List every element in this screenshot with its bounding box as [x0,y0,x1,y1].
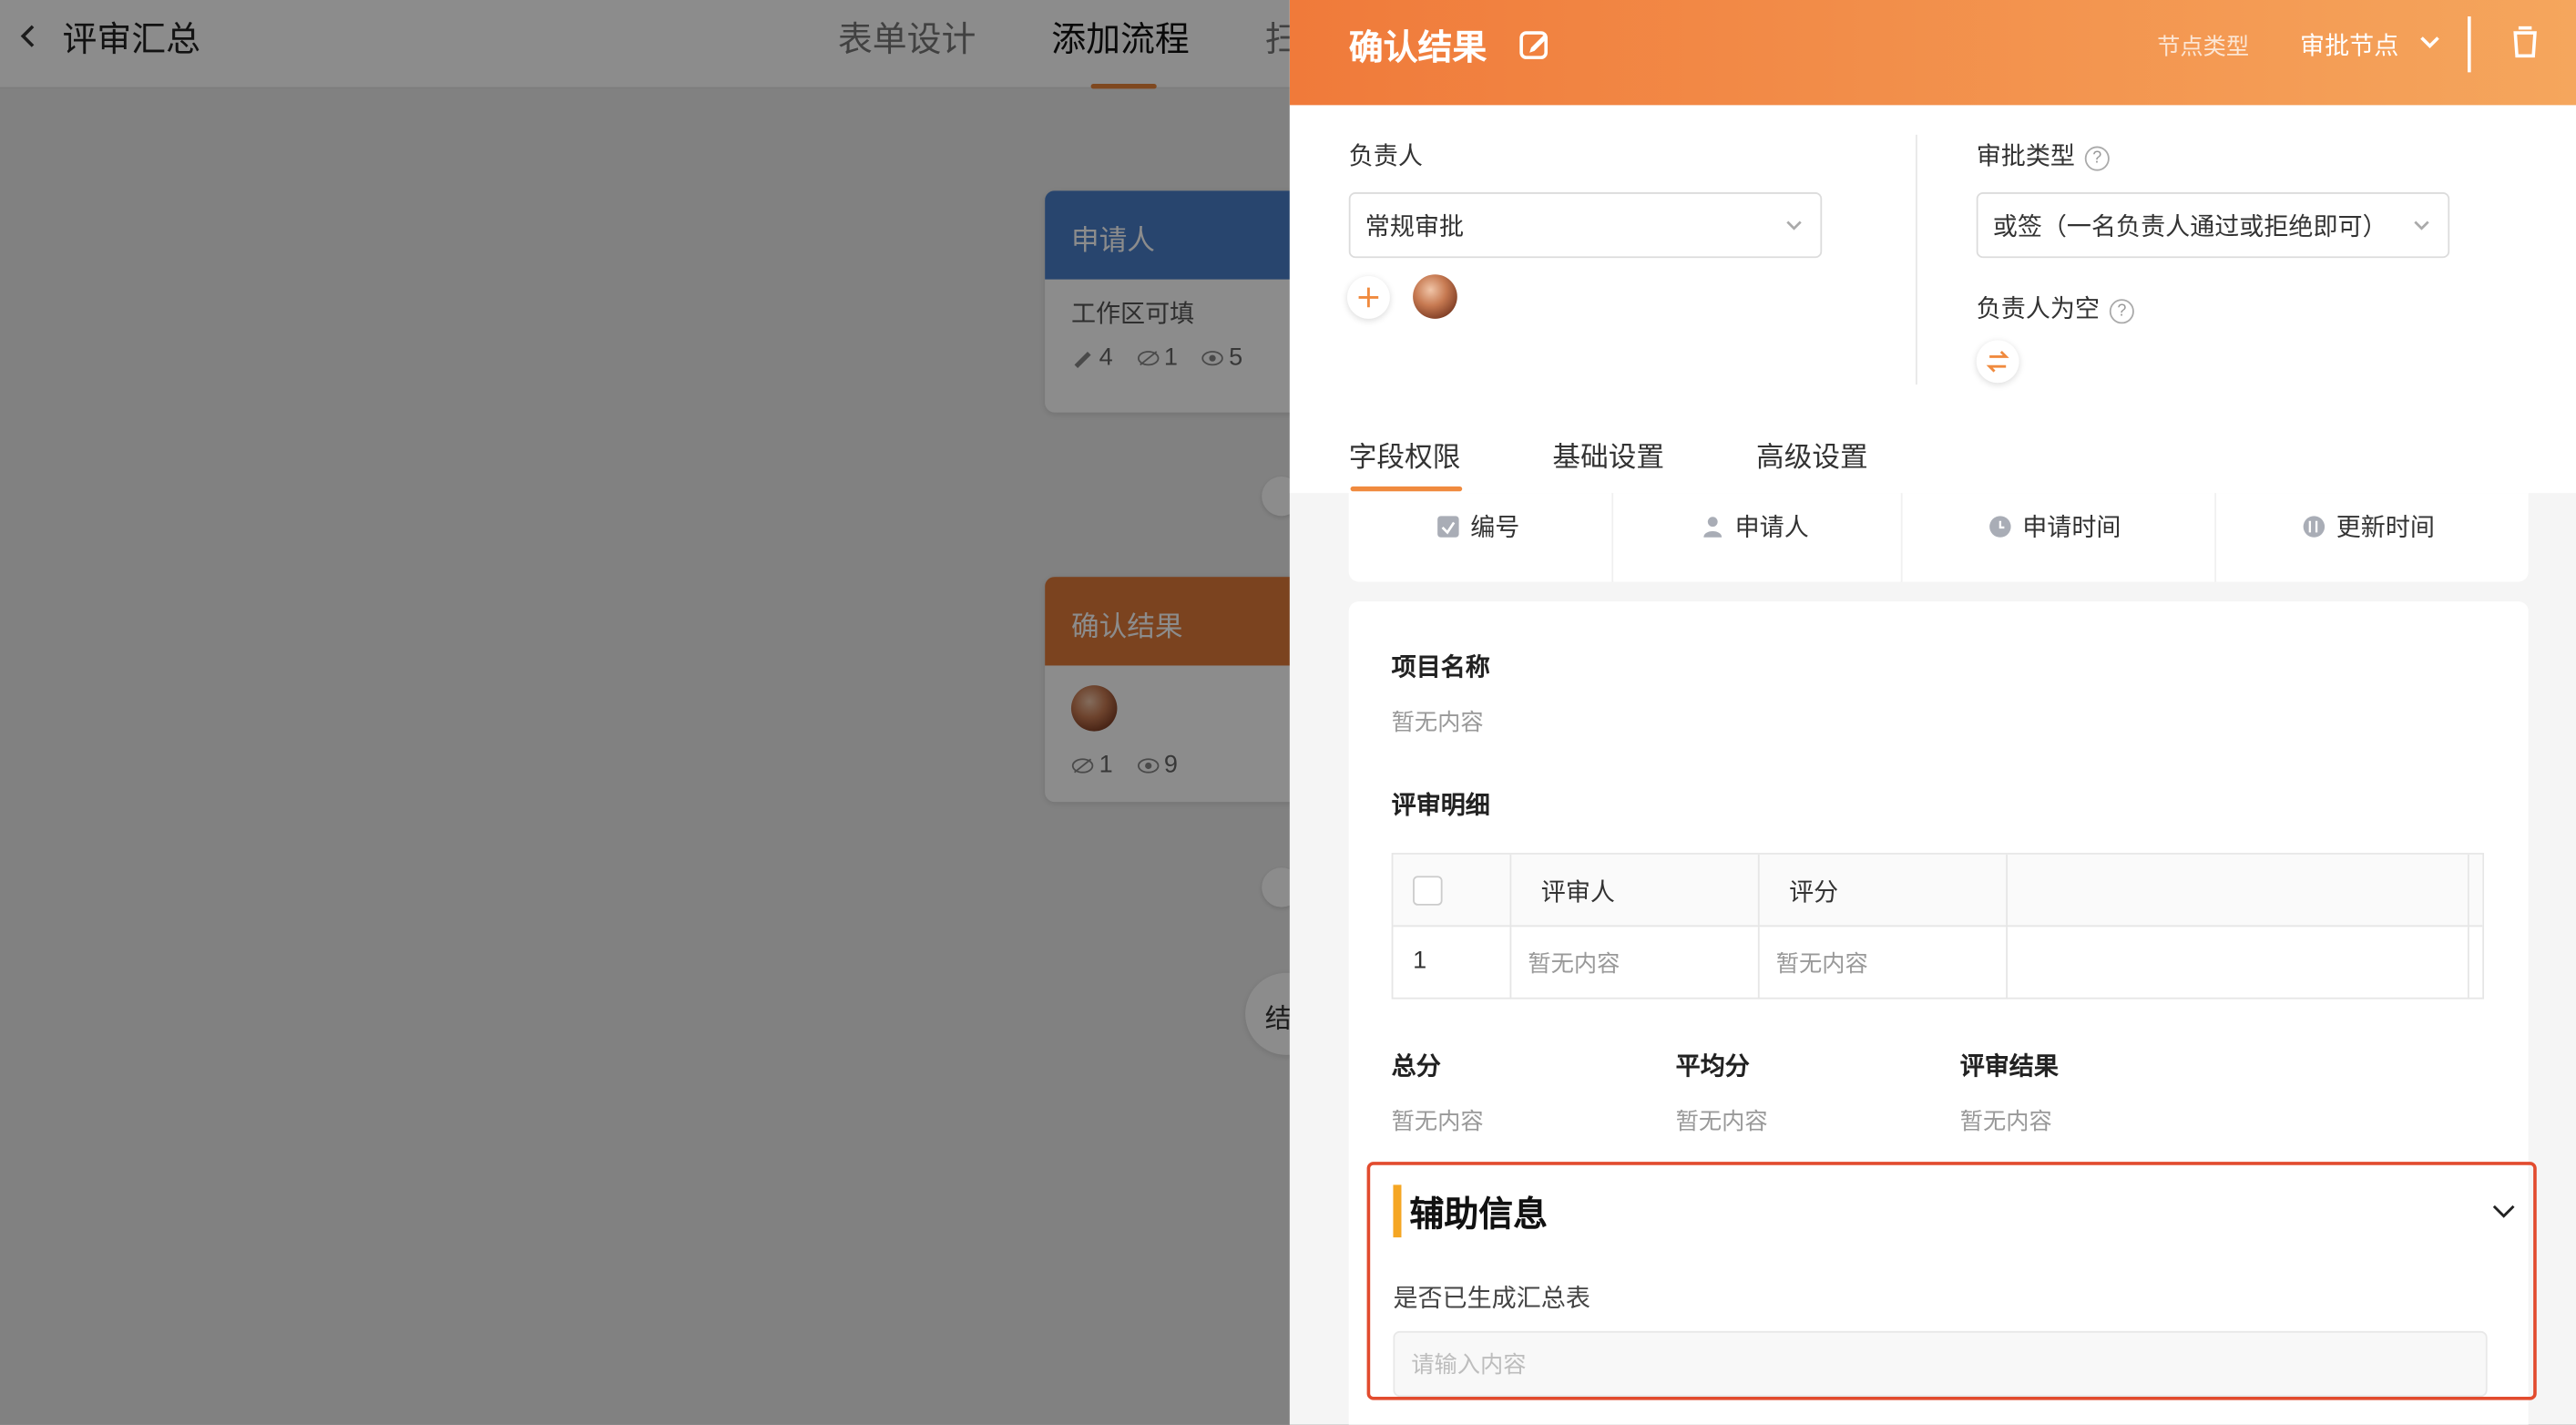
tab-advanced-settings[interactable]: 高级设置 [1756,434,1868,475]
tab-active-indicator [1350,486,1463,492]
chevron-down-icon[interactable] [2490,1198,2517,1225]
table-header: 评审人 评分 [1393,854,2483,928]
node-type-label: 节点类型 [2157,33,2250,59]
review-result-label: 评审结果 [1959,1053,2059,1082]
clock-icon [1989,516,2011,538]
column-header-empty [2008,854,2469,928]
add-owner-button[interactable] [1346,276,1390,319]
review-detail-table: 评审人 评分 1 暂无内容 暂无内容 [1391,853,2485,1000]
header-checkbox-cell [1393,854,1512,928]
help-icon[interactable]: ? [2109,298,2134,323]
total-score-label: 总分 [1391,1053,1441,1082]
plus-icon [1358,287,1379,308]
system-field-update-time[interactable]: 更新时间 [2302,509,2435,544]
drawer-title: 确认结果 [1348,29,1487,67]
separator [1611,493,1614,582]
owner-empty-switch[interactable] [1976,340,2019,384]
system-field-applicant[interactable]: 申请人 [1701,509,1809,544]
update-icon [2303,516,2326,538]
average-score-label: 平均分 [1675,1053,1750,1082]
owner-avatar[interactable] [1413,274,1457,319]
approval-type-select[interactable]: 或签（一名负责人通过或拒绝即可） [1976,192,2450,259]
id-icon [1437,516,1459,538]
column-header-reviewer: 评审人 [1511,854,1760,928]
swap-icon [1986,350,2009,373]
detail-label: 评审明细 [1391,792,1490,820]
tab-field-permissions[interactable]: 字段权限 [1349,434,1461,475]
separator [1900,493,1903,582]
edit-icon[interactable] [1517,26,1553,63]
owner-label: 负责人 [1348,142,1423,171]
tab-basic-settings[interactable]: 基础设置 [1552,434,1664,475]
total-score-value: 暂无内容 [1391,1107,1484,1134]
chevron-down-icon [1786,220,1802,231]
system-field-id[interactable]: 编号 [1436,509,1519,544]
summary-generated-input[interactable] [1393,1330,2488,1398]
node-config-panel: 负责人 常规审批 审批类型? 或签（一名负责人通过或拒绝即可） 负责人为空? 字… [1289,105,2576,494]
project-name-value: 暂无内容 [1391,708,1484,735]
approval-type-label: 审批类型? [1977,138,2110,173]
table-row: 1 暂无内容 暂无内容 [1393,927,2482,1000]
summary-generated-label: 是否已生成汇总表 [1393,1285,1590,1314]
chevron-down-icon[interactable] [2417,29,2443,56]
section-accent-bar [1393,1184,1402,1238]
owner-empty-label: 负责人为空? [1977,291,2134,325]
person-icon [1703,517,1722,538]
review-result-value: 暂无内容 [1959,1107,2052,1134]
project-name-label: 项目名称 [1391,653,1490,682]
owner-select[interactable]: 常规审批 [1348,192,1823,259]
reviewer-cell: 暂无内容 [1511,927,1760,1000]
column-header-score: 评分 [1760,854,2008,928]
separator [2214,493,2217,582]
aux-info-section: 辅助信息 是否已生成汇总表 [1366,1162,2537,1400]
help-icon[interactable]: ? [2084,145,2110,170]
trash-icon[interactable] [2509,23,2541,59]
aux-info-title: 辅助信息 [1409,1196,1548,1235]
chevron-down-icon [2414,220,2429,231]
system-field-apply-time[interactable]: 申请时间 [1988,509,2121,544]
select-all-checkbox[interactable] [1413,876,1443,906]
drawer-header: 确认结果 节点类型 审批节点 [1289,0,2576,106]
header-divider [2468,16,2471,73]
average-score-value: 暂无内容 [1675,1107,1768,1134]
score-cell: 暂无内容 [1760,927,2008,1000]
system-fields-card: 编号 申请人 申请时间 更新时间 [1348,493,2529,582]
node-type-select[interactable]: 审批节点 [2300,28,2398,63]
empty-cell [2008,927,2469,1000]
panel-divider [1915,134,1917,385]
row-index: 1 [1393,927,1512,1000]
